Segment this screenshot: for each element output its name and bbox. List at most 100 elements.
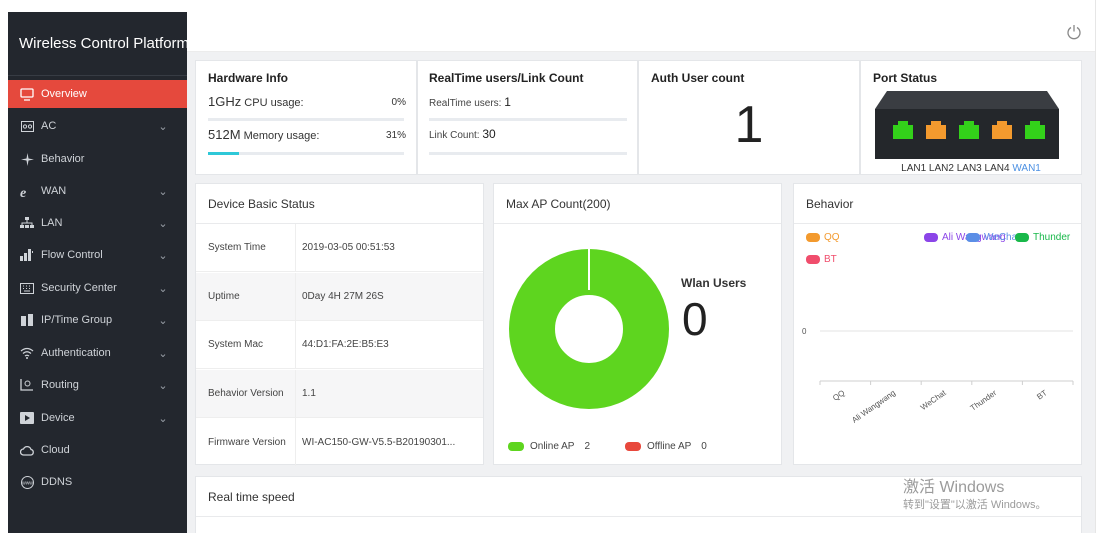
port-labels: LAN1 LAN2 LAN3 LAN4 WAN1 — [861, 163, 1081, 174]
behavior-card: Behavior QQ Ali Wangwang WeChat Thunder BT 0… — [793, 183, 1082, 465]
auth-user-value: 1 — [734, 96, 764, 154]
table-row: System Mac 44:D1:FA:2E:B5:E3 — [196, 321, 483, 369]
link-count-row: Link Count: 30 — [429, 127, 496, 141]
chevron-down-icon: ⌄ — [158, 347, 168, 360]
online-ap-value: 2 — [584, 441, 591, 452]
behavior-chart: 0 QQ Ali Wangwang WeChat Thunder BT — [802, 327, 1074, 425]
sidebar-item-label: Authentication — [41, 347, 111, 359]
behavior-x-tick-label: QQ — [831, 388, 846, 403]
cloud-icon — [19, 442, 35, 458]
offline-ap-legend: Offline AP 0 — [625, 441, 707, 452]
status-key: Firmware Version — [196, 418, 296, 466]
windows-watermark-title: 激活 Windows — [903, 479, 1005, 496]
ap-donut-chart — [509, 249, 669, 409]
link-count-bar — [429, 152, 627, 155]
status-key: Uptime — [196, 272, 296, 320]
switch-image — [875, 91, 1059, 159]
sidebar-item-label: LAN — [41, 217, 63, 229]
internet-icon: e — [19, 183, 35, 199]
online-ap-swatch — [508, 442, 524, 451]
sidebar-item-device[interactable]: Device ⌄ — [8, 404, 187, 432]
chevron-down-icon: ⌄ — [158, 185, 168, 198]
memory-percent: 31% — [385, 130, 406, 141]
device-icon — [19, 410, 35, 426]
legend-swatch — [806, 255, 820, 264]
chevron-down-icon: ⌄ — [158, 412, 168, 425]
page-scrollbar[interactable] — [1095, 0, 1105, 533]
sidebar-item-behavior[interactable]: Behavior — [8, 145, 187, 173]
monitor-icon — [19, 86, 35, 102]
sidebar-item-label: IP/Time Group — [41, 314, 113, 326]
chevron-down-icon: ⌄ — [158, 217, 168, 230]
status-value: WI-AC150-GW-V5.5-B20190301... — [302, 436, 456, 448]
status-key: System Mac — [196, 321, 296, 368]
port-status-title: Port Status — [873, 71, 938, 85]
offline-ap-value: 0 — [701, 441, 707, 452]
realtime-users-bar — [429, 118, 627, 121]
behavior-legend-thunder[interactable]: Thunder — [1015, 232, 1070, 243]
chevron-down-icon: ⌄ — [158, 249, 168, 262]
legend-label: BT — [824, 254, 837, 265]
sidebar-item-flow-control[interactable]: Flow Control ⌄ — [8, 241, 187, 269]
wlan-users-label: Wlan Users — [681, 276, 747, 290]
sidebar-item-lan[interactable]: LAN ⌄ — [8, 209, 187, 237]
chevron-down-icon: ⌄ — [158, 120, 168, 133]
behavior-x-tick-label: BT — [1035, 388, 1049, 401]
windows-watermark-subtitle: 转到"设置"以激活 Windows。 — [903, 499, 1047, 511]
wan-port-label: WAN1 — [1012, 163, 1041, 174]
realtime-users-row: RealTime users: 1 — [429, 95, 511, 109]
behavior-legend-wechat[interactable]: WeChat — [966, 232, 1020, 243]
ddns-icon: www — [19, 474, 35, 490]
app-title: Wireless Control Platform — [8, 12, 189, 76]
link-count-value: 30 — [482, 127, 496, 141]
bars-icon — [19, 247, 35, 263]
sidebar-item-security-center[interactable]: Security Center ⌄ — [8, 274, 187, 302]
behavior-title: Behavior — [794, 184, 1081, 224]
power-icon[interactable] — [1066, 24, 1082, 40]
auth-user-card: Auth User count 1 — [638, 60, 860, 175]
sidebar-item-ddns[interactable]: www DDNS — [8, 468, 187, 496]
ac-icon — [19, 118, 35, 134]
sidebar-item-authentication[interactable]: Authentication ⌄ — [8, 339, 187, 367]
behavior-legend-bt[interactable]: BT — [806, 254, 837, 265]
group-icon — [19, 312, 35, 328]
sidebar-item-label: Cloud — [41, 444, 70, 456]
table-row: Uptime 0Day 4H 27M 26S — [196, 272, 483, 321]
status-value: 0Day 4H 27M 26S — [302, 290, 384, 302]
sidebar-item-label: Security Center — [41, 282, 117, 294]
wifi-icon — [19, 345, 35, 361]
chevron-down-icon: ⌄ — [158, 314, 168, 327]
behavior-x-tick-label: Thunder — [969, 388, 999, 413]
sidebar-item-wan[interactable]: e WAN ⌄ — [8, 177, 187, 205]
svg-text:e: e — [20, 186, 26, 198]
behavior-legend-qq[interactable]: QQ — [806, 232, 840, 243]
legend-swatch — [924, 233, 938, 242]
ap-count-card: Max AP Count(200) Wlan Users 0 Online AP… — [493, 183, 782, 465]
status-key: Behavior Version — [196, 369, 296, 417]
network-icon — [19, 215, 35, 231]
legend-label: QQ — [824, 232, 840, 243]
sidebar-item-ac[interactable]: AC ⌄ — [8, 112, 187, 140]
legend-swatch — [1015, 233, 1029, 242]
sidebar-item-routing[interactable]: Routing ⌄ — [8, 371, 187, 399]
sidebar-item-label: DDNS — [41, 476, 73, 488]
sidebar-item-overview[interactable]: Overview — [8, 80, 187, 108]
offline-ap-swatch — [625, 442, 641, 451]
device-status-title: Device Basic Status — [196, 184, 483, 224]
status-key: System Time — [196, 224, 296, 271]
memory-bar-fill — [208, 152, 240, 155]
sidebar-item-label: WAN — [41, 185, 67, 197]
sidebar-item-label: Flow Control — [41, 249, 103, 261]
memory-row: 512M Memory usage: — [208, 127, 319, 142]
cpu-bar — [208, 118, 404, 121]
behavior-y-tick: 0 — [802, 327, 807, 336]
table-row: System Time 2019-03-05 00:51:53 — [196, 224, 483, 272]
sidebar-item-label: Overview — [41, 88, 87, 100]
sidebar-item-ip-time-group[interactable]: IP/Time Group ⌄ — [8, 306, 187, 334]
svg-text:www: www — [22, 480, 33, 486]
sidebar-item-label: AC — [41, 120, 57, 132]
wlan-users-value: 0 — [682, 293, 708, 345]
auth-user-title: Auth User count — [651, 71, 745, 85]
sparkle-icon — [19, 151, 35, 167]
sidebar-item-cloud[interactable]: Cloud — [8, 436, 187, 464]
